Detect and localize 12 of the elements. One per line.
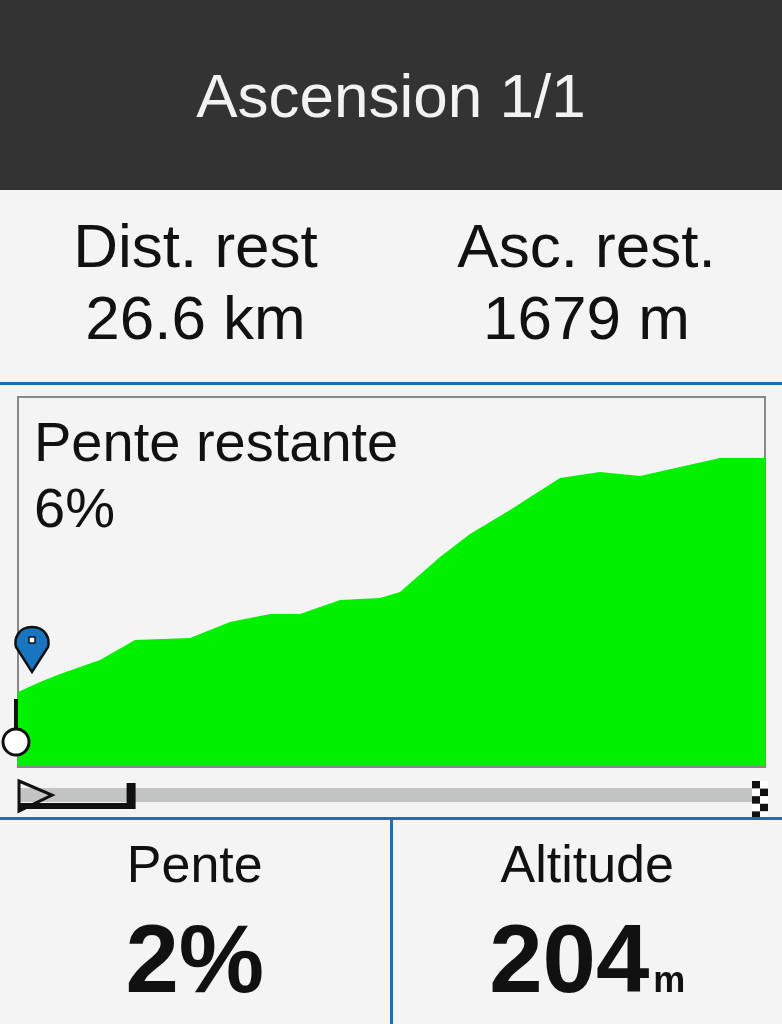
field-label: Pente xyxy=(126,834,263,895)
chart-label: Pente restante xyxy=(34,409,399,475)
chart-value: 6% xyxy=(34,475,116,541)
field-label: Dist. rest xyxy=(73,210,318,282)
field-value: 26.6 km xyxy=(85,282,306,354)
unit-label: m xyxy=(653,959,686,1001)
screen-title: Ascension 1/1 xyxy=(196,59,586,131)
field-label: Asc. rest. xyxy=(457,210,716,282)
field-value: 204 xyxy=(489,904,650,1014)
field-label: Altitude xyxy=(500,834,674,895)
field-value: 2% xyxy=(125,904,265,1014)
field-value: 1679 m xyxy=(483,282,690,354)
